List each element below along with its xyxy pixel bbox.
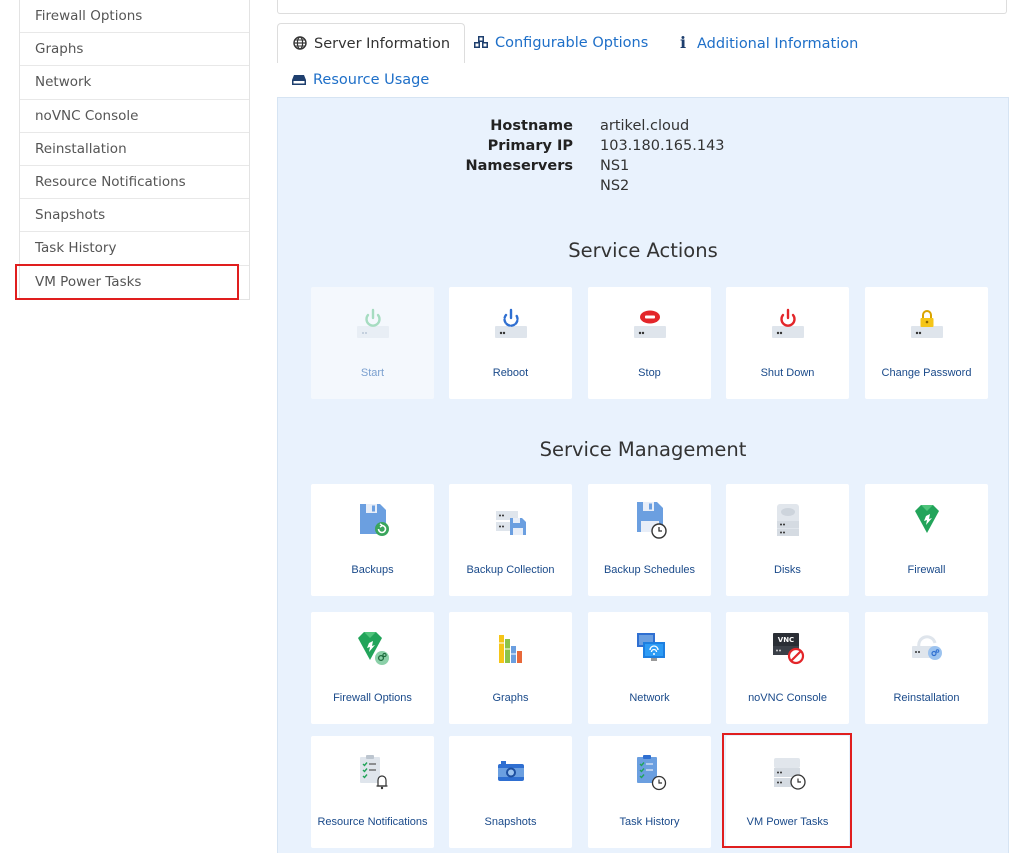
firewall-options-icon bbox=[357, 632, 389, 665]
cubes-icon bbox=[473, 24, 489, 64]
vnc-icon-text: VNC bbox=[777, 636, 793, 644]
info-icon: i bbox=[679, 33, 687, 52]
disks-icon bbox=[776, 504, 799, 536]
hdd-icon bbox=[291, 61, 307, 101]
sidebar-item-graphs[interactable]: Graphs bbox=[20, 33, 249, 67]
backup-collection-icon bbox=[495, 511, 526, 535]
shut-down-card[interactable]: Shut Down bbox=[726, 287, 849, 399]
stop-card[interactable]: Stop bbox=[588, 287, 711, 399]
sidebar-item-task-history[interactable]: Task History bbox=[20, 232, 249, 266]
nameservers-label: Nameservers bbox=[465, 158, 573, 174]
tab-label: Configurable Options bbox=[495, 35, 649, 51]
hostname-label: Hostname bbox=[490, 118, 573, 134]
top-panel-edge bbox=[277, 0, 1007, 14]
firewall-label: Firewall bbox=[907, 563, 946, 576]
backup-collection-label: Backup Collection bbox=[466, 563, 555, 576]
reboot-icon bbox=[494, 308, 527, 338]
vm-power-tasks-icon bbox=[773, 758, 806, 790]
vm-power-tasks-card[interactable]: VM Power Tasks bbox=[726, 736, 849, 848]
reboot-card[interactable]: Reboot bbox=[449, 287, 572, 399]
sidebar-item-vm-power-tasks[interactable]: VM Power Tasks bbox=[20, 266, 249, 299]
firewall-options-label: Firewall Options bbox=[333, 691, 412, 704]
start-card[interactable]: Start bbox=[311, 287, 434, 399]
snapshots-card[interactable]: Snapshots bbox=[449, 736, 572, 848]
firewall-options-card[interactable]: Firewall Options bbox=[311, 612, 434, 724]
stop-label: Stop bbox=[638, 366, 661, 379]
graphs-icon bbox=[498, 635, 522, 663]
sidebar-item-network[interactable]: Network bbox=[20, 66, 249, 100]
novnc-console-card[interactable]: VNC noVNC Console bbox=[726, 612, 849, 724]
sidebar-item-resource-notifications[interactable]: Resource Notifications bbox=[20, 166, 249, 200]
task-history-icon bbox=[636, 755, 666, 791]
nameserver-2: NS2 bbox=[600, 178, 630, 194]
backup-schedules-icon bbox=[636, 502, 667, 539]
nameserver-1: NS1 bbox=[600, 158, 630, 174]
backups-card[interactable]: Backups bbox=[311, 484, 434, 596]
reinstallation-card[interactable]: Reinstallation bbox=[865, 612, 988, 724]
change-password-label: Change Password bbox=[881, 366, 972, 379]
tab-configurable-options[interactable]: Configurable Options bbox=[473, 23, 648, 63]
sidebar-item-novnc-console[interactable]: noVNC Console bbox=[20, 100, 249, 133]
tab-server-information[interactable]: Server Information bbox=[277, 23, 466, 65]
tab-resource-usage[interactable]: Resource Usage bbox=[291, 60, 429, 100]
backups-icon bbox=[359, 504, 389, 536]
resource-notifications-label: Resource Notifications bbox=[317, 815, 428, 828]
novnc-console-label: noVNC Console bbox=[748, 691, 827, 704]
task-history-card[interactable]: Task History bbox=[588, 736, 711, 848]
network-card[interactable]: Network bbox=[588, 612, 711, 724]
power-start-icon bbox=[356, 308, 389, 338]
service-actions-title: Service Actions bbox=[568, 239, 718, 262]
reboot-label: Reboot bbox=[492, 366, 529, 379]
snapshots-label: Snapshots bbox=[484, 815, 537, 828]
graphs-label: Graphs bbox=[492, 691, 529, 704]
notifications-icon bbox=[359, 755, 387, 790]
tab-additional-information[interactable]: i Additional Information bbox=[675, 23, 858, 63]
sidebar-item-reinstallation[interactable]: Reinstallation bbox=[20, 133, 249, 166]
primary-ip-value: 103.180.165.143 bbox=[600, 138, 725, 154]
hostname-value: artikel.cloud bbox=[600, 118, 690, 134]
tab-label: Resource Usage bbox=[313, 72, 430, 88]
backup-schedules-card[interactable]: Backup Schedules bbox=[588, 484, 711, 596]
reinstall-icon bbox=[911, 635, 942, 660]
backup-collection-card[interactable]: Backup Collection bbox=[449, 484, 572, 596]
graphs-card[interactable]: Graphs bbox=[449, 612, 572, 724]
disks-card[interactable]: Disks bbox=[726, 484, 849, 596]
sidebar-item-snapshots[interactable]: Snapshots bbox=[20, 199, 249, 233]
start-label: Start bbox=[360, 366, 385, 379]
firewall-icon bbox=[914, 505, 939, 533]
primary-ip-label: Primary IP bbox=[487, 138, 573, 154]
firewall-card[interactable]: Firewall bbox=[865, 484, 988, 596]
camera-icon bbox=[497, 761, 524, 781]
server-info-panel: Hostname artikel.cloud Primary IP 103.18… bbox=[277, 97, 1009, 853]
network-icon bbox=[636, 633, 665, 661]
tab-label: Additional Information bbox=[697, 36, 859, 52]
change-password-card[interactable]: Change Password bbox=[865, 287, 988, 399]
vm-power-tasks-label: VM Power Tasks bbox=[746, 815, 829, 828]
globe-icon bbox=[292, 25, 308, 65]
backup-schedules-label: Backup Schedules bbox=[603, 563, 696, 576]
stop-icon bbox=[633, 310, 666, 338]
disks-label: Disks bbox=[774, 563, 801, 576]
vnc-icon: VNC bbox=[772, 633, 804, 665]
sidebar-item-firewall-options[interactable]: Firewall Options bbox=[20, 0, 249, 34]
tab-label: Server Information bbox=[314, 36, 451, 52]
task-history-label: Task History bbox=[619, 815, 680, 828]
network-label: Network bbox=[629, 691, 670, 704]
resource-notifications-card[interactable]: Resource Notifications bbox=[311, 736, 434, 848]
shutdown-icon bbox=[771, 308, 804, 338]
shut-down-label: Shut Down bbox=[760, 366, 815, 379]
lock-icon bbox=[910, 310, 943, 338]
sidebar-menu: Firewall Options Graphs Network noVNC Co… bbox=[19, 0, 250, 300]
backups-label: Backups bbox=[351, 563, 394, 576]
service-management-title: Service Management bbox=[539, 438, 747, 461]
reinstallation-label: Reinstallation bbox=[893, 691, 960, 704]
